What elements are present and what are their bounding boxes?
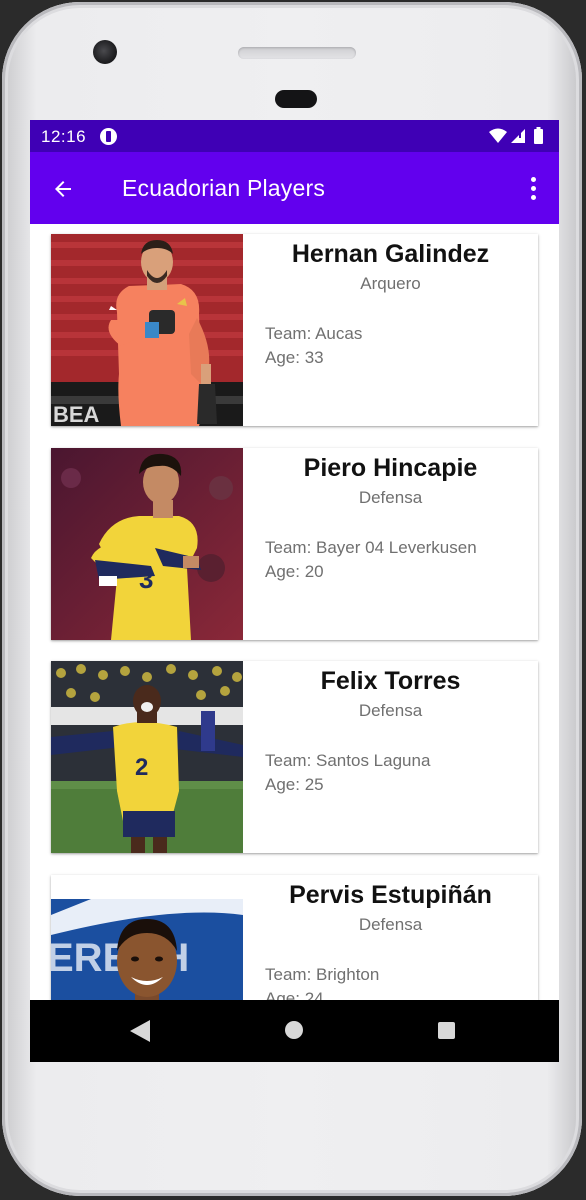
yellow-kit-photo: 3 xyxy=(51,448,243,640)
player-photo: BEA xyxy=(51,234,243,426)
status-bar: 12:16 xyxy=(30,120,559,152)
player-age: Age: 24 xyxy=(265,989,324,1000)
arrow-back-icon xyxy=(55,181,71,197)
player-position: Defensa xyxy=(358,915,423,934)
player-name: Hernan Galindez xyxy=(291,240,490,268)
player-age: Age: 25 xyxy=(265,775,324,794)
player-info: Hernan Galindez Arquero Team: Aucas Age:… xyxy=(243,234,538,426)
nav-recents-icon[interactable] xyxy=(438,1022,455,1039)
back-button[interactable] xyxy=(48,174,78,204)
player-card[interactable]: 2 Felix Torres Defensa Team: Santos Lagu… xyxy=(51,661,538,853)
player-info: Piero Hincapie Defensa Team: Bayer 04 Le… xyxy=(243,448,538,640)
player-age: Age: 20 xyxy=(265,562,324,581)
front-camera xyxy=(93,40,117,64)
status-time: 12:16 xyxy=(41,127,87,146)
celebration-photo: 2 xyxy=(51,661,243,853)
player-team: Team: Aucas xyxy=(265,324,363,343)
player-position: Defensa xyxy=(358,701,423,720)
player-card[interactable]: 3 Piero Hincapie Defensa Team: Bayer 04 … xyxy=(51,448,538,640)
player-photo: 3 xyxy=(51,448,243,640)
goalkeeper-photo: BEA xyxy=(51,234,243,426)
screen: 12:16 Ecuadorian Players BEA Hernan Gali… xyxy=(30,120,559,1062)
player-card[interactable]: BEA Hernan Galindez Arquero Team: Aucas … xyxy=(51,234,538,426)
navigation-bar xyxy=(30,1000,559,1062)
app-title: Ecuadorian Players xyxy=(122,175,326,201)
nav-back-icon[interactable] xyxy=(130,1020,150,1042)
player-info: Felix Torres Defensa Team: Santos Laguna… xyxy=(243,661,538,853)
earpiece-speaker xyxy=(238,47,356,59)
app-bar: Ecuadorian Players xyxy=(30,152,559,224)
player-name: Piero Hincapie xyxy=(303,454,478,482)
player-team: Team: Brighton xyxy=(265,965,380,984)
app-notification-icon xyxy=(100,128,117,145)
player-info: Pervis Estupiñán Defensa Team: Brighton … xyxy=(243,875,538,1000)
more-vert-icon-dot xyxy=(531,195,536,200)
svg-text:2: 2 xyxy=(135,754,148,781)
player-position: Defensa xyxy=(358,488,423,507)
player-name: Felix Torres xyxy=(320,667,461,695)
nav-home-icon[interactable] xyxy=(285,1021,303,1039)
overflow-menu-button[interactable] xyxy=(523,175,543,203)
svg-text:3: 3 xyxy=(139,564,153,594)
player-team: Team: Bayer 04 Leverkusen xyxy=(265,538,477,557)
more-vert-icon xyxy=(531,177,536,182)
player-photo: 2 xyxy=(51,661,243,853)
more-vert-icon-dot xyxy=(531,186,536,191)
smiling-player-photo: EREGH xyxy=(51,875,243,1000)
player-name: Pervis Estupiñán xyxy=(289,881,492,909)
player-photo: EREGH xyxy=(51,875,243,1000)
player-age: Age: 33 xyxy=(265,348,324,367)
battery-icon xyxy=(534,127,543,144)
player-team: Team: Santos Laguna xyxy=(265,751,431,770)
players-list[interactable]: BEA Hernan Galindez Arquero Team: Aucas … xyxy=(30,224,559,1000)
wifi-icon xyxy=(489,128,507,143)
player-position: Arquero xyxy=(360,274,421,293)
signal-icon xyxy=(511,129,525,143)
svg-text:BEA: BEA xyxy=(53,402,100,426)
proximity-sensor xyxy=(275,90,317,108)
player-card[interactable]: EREGH Pervis Estupiñán Defensa Team: Bri… xyxy=(51,875,538,1000)
status-icons xyxy=(489,127,543,144)
